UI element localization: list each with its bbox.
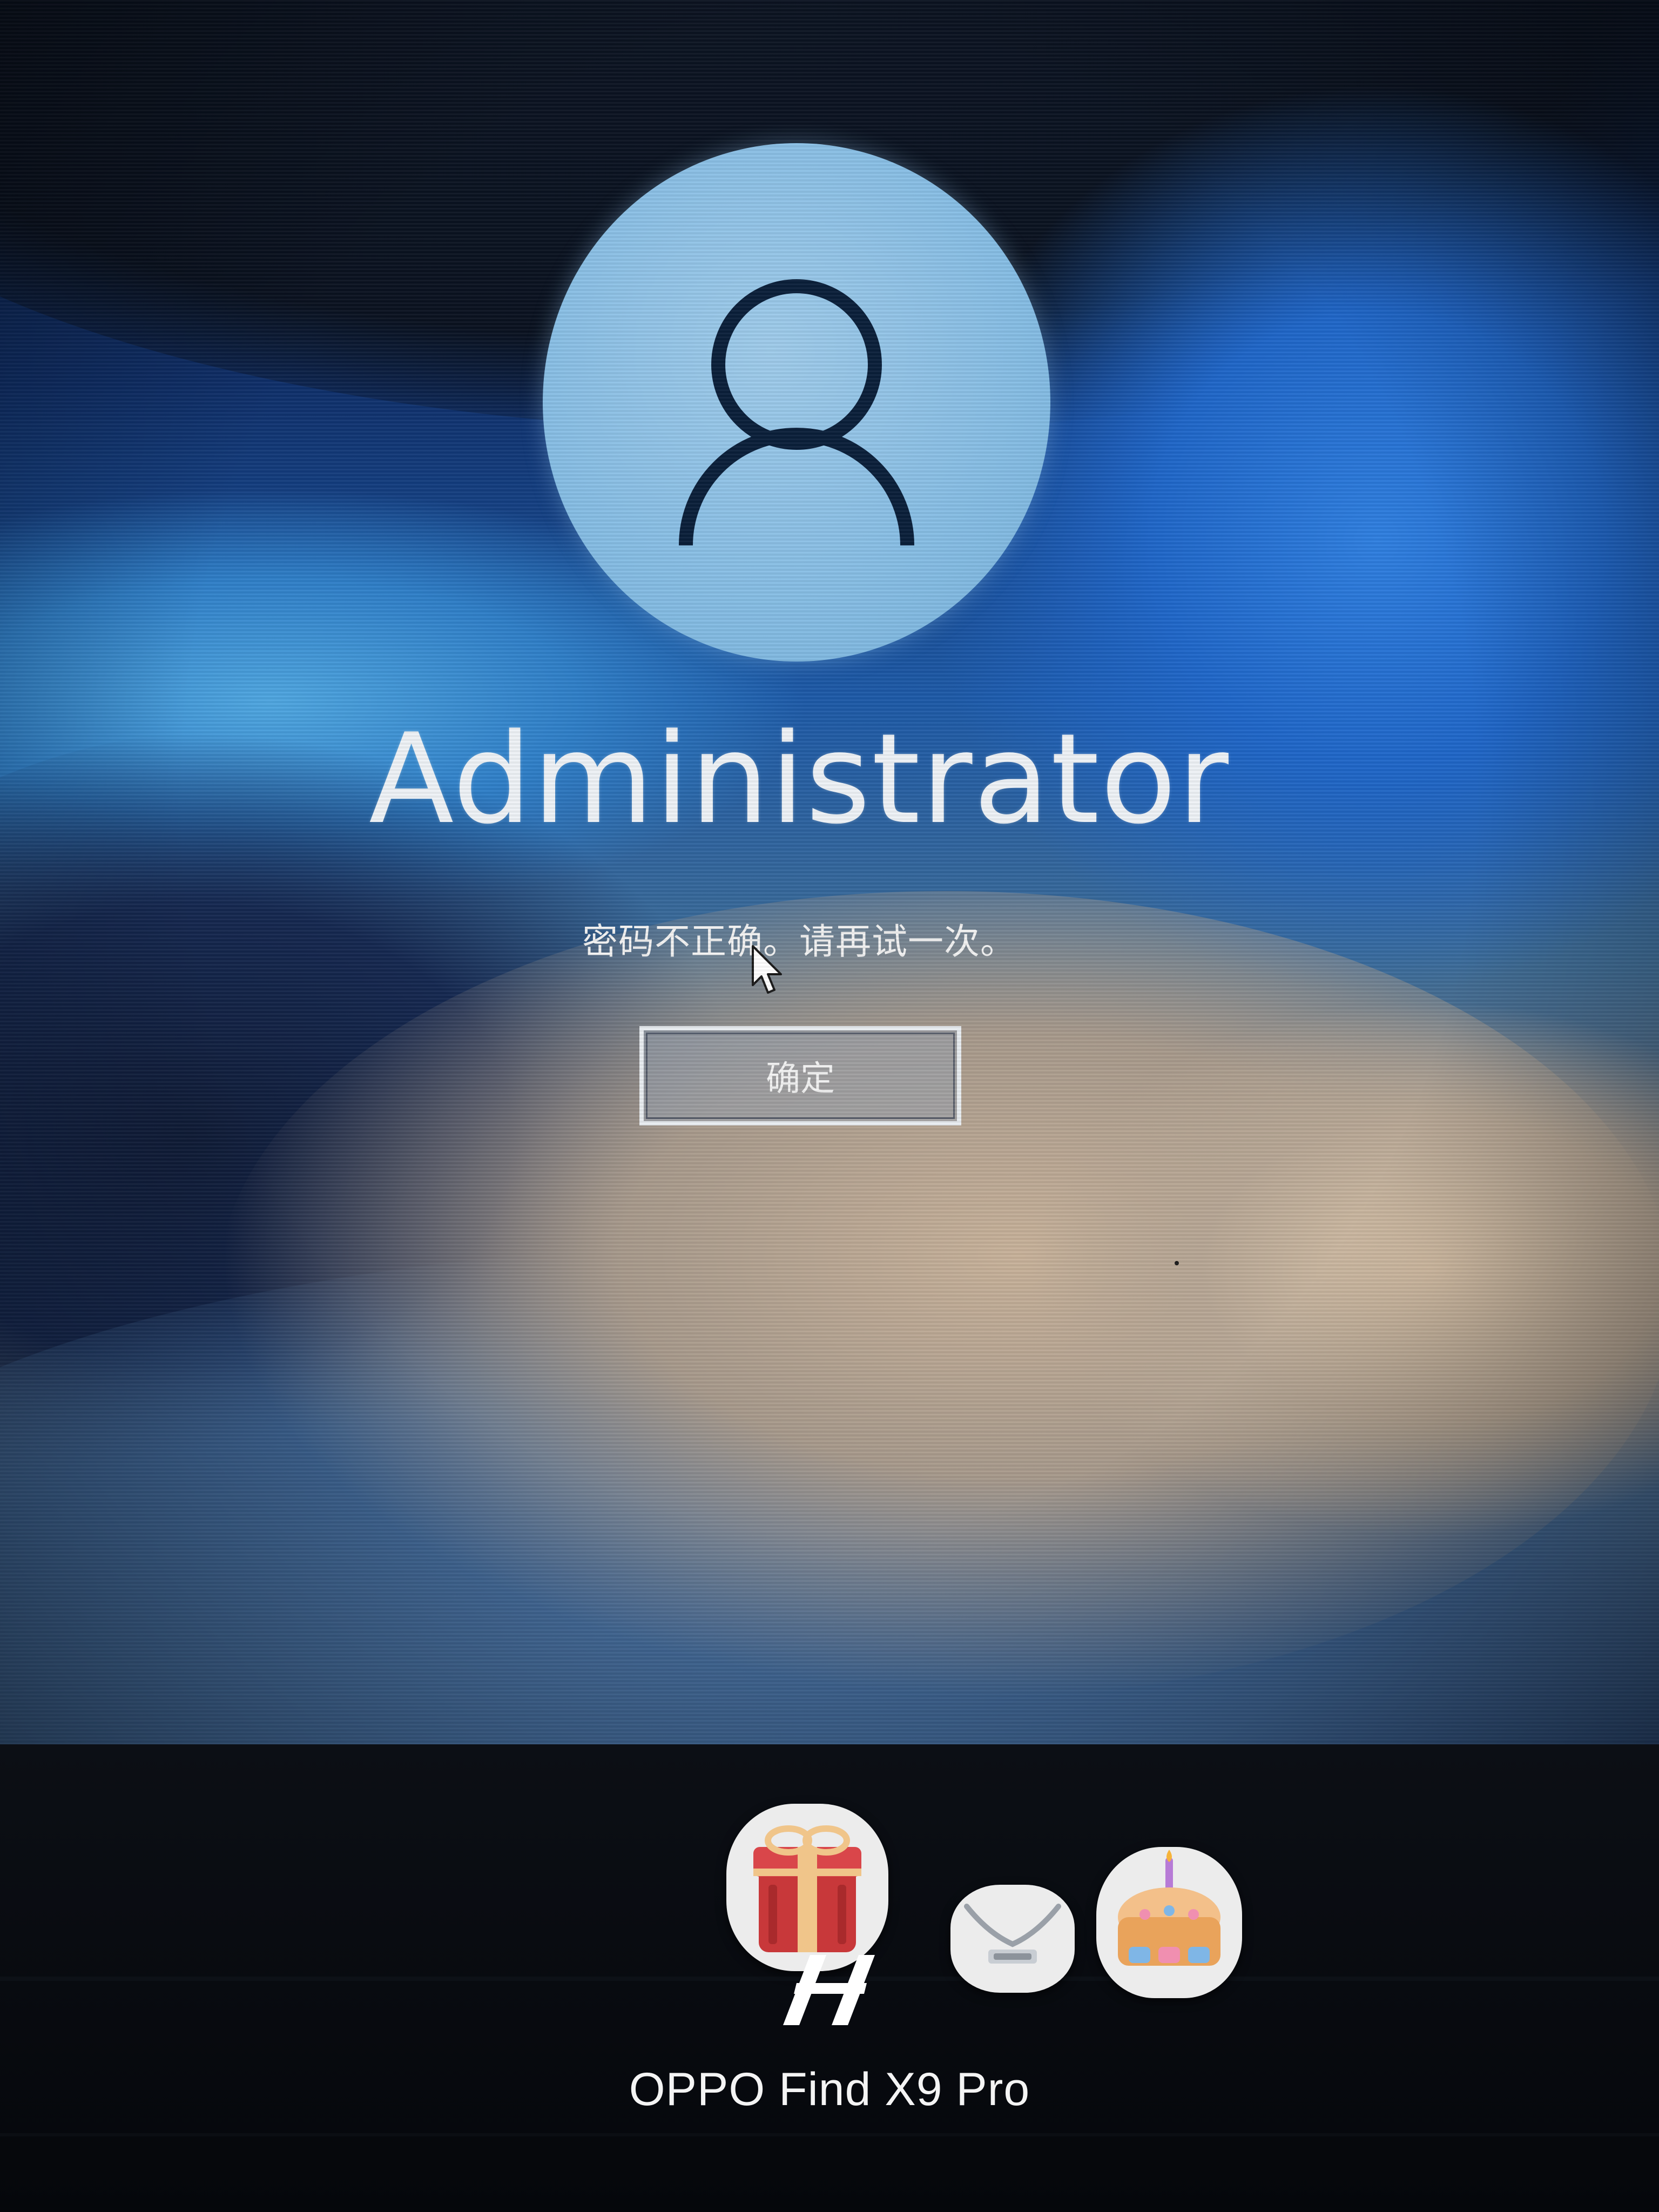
user-avatar-icon [543, 143, 1050, 662]
camera-watermark-text: OPPO Find X9 Pro [629, 2063, 1030, 2115]
ok-button[interactable]: 确定 [639, 1026, 961, 1125]
ok-button-label: 确定 [766, 1059, 835, 1099]
hasselblad-h-logo [783, 1955, 875, 2025]
gift-box-sticker [726, 1804, 888, 1971]
birthday-cake-sticker [1096, 1847, 1242, 1998]
photo-of-windows-login-screen: Administrator 密码不正确。请再试一次。 确定 OPPO Find … [0, 0, 1659, 2212]
bezel-edge-lower [0, 2133, 1659, 2136]
laptop-screen: Administrator 密码不正确。请再试一次。 确定 [0, 0, 1659, 1744]
password-error-message: 密码不正确。请再试一次。 [582, 921, 1016, 962]
mouse-pointer-icon [752, 945, 782, 994]
soul-sticker [950, 1885, 1075, 1993]
screen-dust-speck [1175, 1261, 1179, 1265]
account-username: Administrator [369, 707, 1230, 852]
